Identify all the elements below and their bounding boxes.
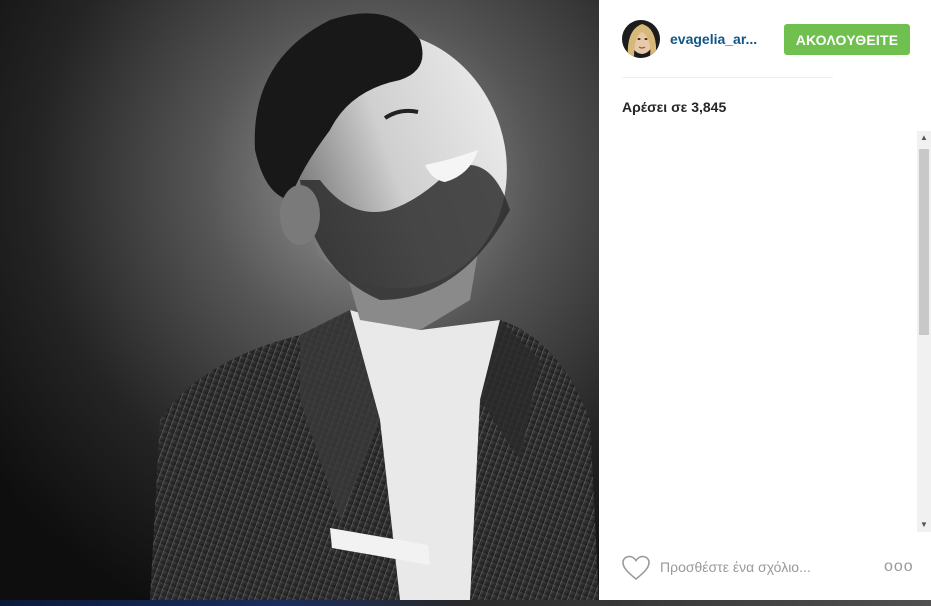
header-divider — [622, 77, 833, 78]
post-sidebar: evagelia_ar... ΑΚΟΛΟΥΘΕΙΤΕ Αρέσει σε 3,8… — [599, 0, 931, 600]
scroll-down-icon[interactable]: ▼ — [917, 518, 931, 532]
post-modal: evagelia_ar... ΑΚΟΛΟΥΘΕΙΤΕ Αρέσει σε 3,8… — [0, 0, 931, 606]
heart-icon[interactable] — [622, 555, 650, 581]
comments-scrollbar[interactable]: ▲ ▼ — [917, 131, 931, 532]
scroll-up-icon[interactable]: ▲ — [917, 131, 931, 145]
author-username[interactable]: evagelia_ar... — [670, 31, 757, 47]
comment-bar: ooo — [622, 554, 922, 582]
follow-button[interactable]: ΑΚΟΛΟΥΘΕΙΤΕ — [784, 24, 910, 55]
post-photo[interactable] — [0, 0, 599, 600]
bottom-strip — [0, 600, 931, 606]
profile-avatar[interactable] — [622, 20, 660, 58]
photo-illustration — [0, 0, 599, 600]
scroll-thumb[interactable] — [919, 149, 929, 335]
likes-count[interactable]: Αρέσει σε 3,845 — [622, 99, 726, 115]
avatar-image — [622, 20, 660, 58]
more-options-icon[interactable]: ooo — [884, 554, 913, 580]
comment-input[interactable] — [660, 556, 850, 578]
